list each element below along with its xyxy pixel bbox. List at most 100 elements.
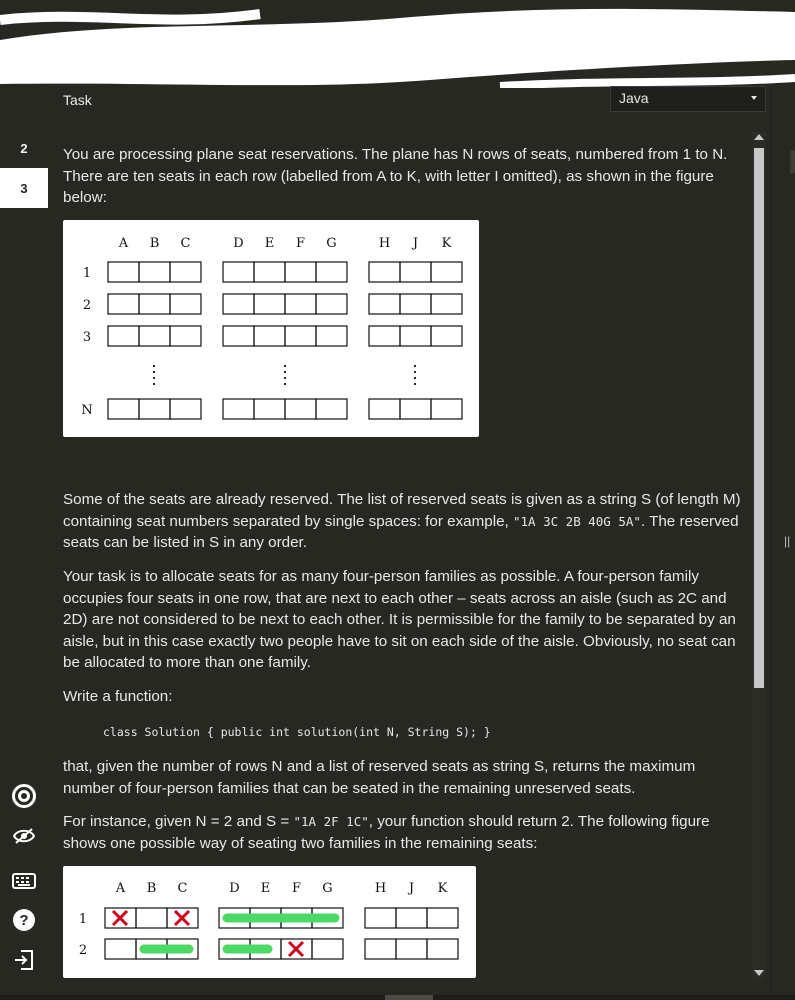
- seat-box: [315, 293, 348, 315]
- row-label: 3: [83, 330, 91, 345]
- exit-icon[interactable]: [8, 944, 40, 976]
- row-label: 2: [83, 298, 91, 313]
- seat-box: [169, 293, 202, 315]
- column-label: D: [233, 236, 243, 251]
- column-label: K: [438, 881, 448, 896]
- returns-paragraph: that, given the number of rows N and a l…: [63, 758, 696, 797]
- seat-box: [368, 398, 401, 420]
- top-banner: [0, 0, 795, 88]
- column-label: G: [322, 881, 332, 896]
- seat-box: [107, 398, 140, 420]
- seat-box: [315, 261, 348, 283]
- seat-box: [107, 293, 140, 315]
- content-scrollbar[interactable]: [752, 132, 766, 980]
- ellipsis-dot: [283, 376, 287, 380]
- help-icon[interactable]: ?: [8, 904, 40, 936]
- ellipsis-dot: [413, 370, 417, 374]
- language-select-value: Java: [619, 90, 649, 106]
- seat-box: [284, 398, 317, 420]
- keyboard-icon[interactable]: [8, 864, 40, 896]
- language-select[interactable]: Java: [610, 86, 766, 112]
- seat-box: [430, 325, 463, 347]
- seat-box: [364, 938, 397, 960]
- column-label: F: [292, 881, 301, 896]
- seat-box: [368, 325, 401, 347]
- intro-paragraph: You are processing plane seat reservatio…: [63, 146, 728, 207]
- example-code: "1A 3C 2B 40G 5A": [512, 513, 641, 529]
- seat-box: [138, 398, 171, 420]
- function-signature: class Solution { public int solution(int…: [103, 725, 491, 739]
- reserved-paragraph: Some of the seats are already reserved. …: [63, 491, 741, 552]
- column-label: A: [115, 881, 126, 896]
- column-label: B: [147, 881, 157, 896]
- seat-box: [253, 261, 286, 283]
- seat-box: [430, 293, 463, 315]
- seat-box: [399, 261, 432, 283]
- seat-box: [222, 325, 255, 347]
- seat-box: [368, 293, 401, 315]
- seat-box: [104, 938, 137, 960]
- ellipsis-dot: [152, 364, 156, 368]
- ellipsis-dot: [283, 364, 287, 368]
- scroll-up-icon[interactable]: [754, 134, 764, 140]
- seat-box: [169, 325, 202, 347]
- seat-box: [364, 907, 397, 929]
- seat-box: [426, 938, 459, 960]
- ellipsis-dot: [413, 376, 417, 380]
- column-label: E: [265, 236, 275, 251]
- seat-box: [430, 398, 463, 420]
- seat-box: [253, 325, 286, 347]
- column-label: G: [326, 236, 336, 251]
- seat-box: [399, 293, 432, 315]
- settings-icon[interactable]: [8, 780, 40, 812]
- column-label: A: [118, 236, 129, 251]
- editor-edge-tab: [790, 150, 795, 174]
- bottom-resize-knob[interactable]: [385, 995, 433, 1000]
- seat-box: [315, 398, 348, 420]
- seat-box: [222, 261, 255, 283]
- seat-box: [399, 398, 432, 420]
- row-label: 2: [79, 943, 87, 958]
- example-input-code: "1A 2F 1C": [293, 814, 369, 829]
- seat-box: [138, 293, 171, 315]
- seat-layout-svg: A B C D E F G H J K 1 2 3 N: [81, 236, 463, 420]
- task-tab-3[interactable]: 3: [0, 168, 48, 208]
- column-label: H: [375, 881, 386, 896]
- scroll-thumb[interactable]: [754, 148, 764, 688]
- eye-slash-icon[interactable]: [8, 820, 40, 852]
- ellipsis-dot: [152, 382, 156, 386]
- chevron-down-icon: [751, 96, 757, 100]
- ellipsis-dot: [413, 364, 417, 368]
- seat-layout-figure: A B C D E F G H J K 1 2 3 N: [63, 220, 479, 437]
- splitter-handle[interactable]: ||: [784, 534, 790, 548]
- panel-splitter[interactable]: [770, 88, 795, 1000]
- task-header: Task Java: [48, 86, 778, 116]
- column-label: B: [150, 236, 160, 251]
- seat-box: [253, 398, 286, 420]
- column-label: F: [296, 236, 305, 251]
- seat-box: [426, 907, 459, 929]
- task-paragraph: Your task is to allocate seats for as ma…: [63, 568, 736, 672]
- seat-box: [135, 907, 168, 929]
- seat-box: [395, 938, 428, 960]
- write-function-paragraph: Write a function:: [63, 688, 173, 705]
- seat-box: [395, 907, 428, 929]
- ellipsis-dot: [152, 370, 156, 374]
- column-label: E: [261, 881, 271, 896]
- seat-box: [368, 261, 401, 283]
- scroll-down-icon[interactable]: [754, 970, 764, 976]
- seat-box: [138, 261, 171, 283]
- bottom-bar: [0, 995, 795, 1000]
- row-label: N: [81, 403, 92, 418]
- seat-box: [222, 293, 255, 315]
- seat-box: [169, 398, 202, 420]
- column-label: C: [181, 236, 191, 251]
- example-paragraph: For instance, given N = 2 and S = "1A 2F…: [63, 813, 710, 852]
- redaction-scribble: [0, 8, 795, 88]
- row-label: 1: [83, 266, 91, 281]
- column-label: K: [442, 236, 452, 251]
- seat-box: [284, 293, 317, 315]
- column-label: C: [178, 881, 188, 896]
- example-seating-figure: A B C D E F G H J K 1 2: [63, 866, 476, 978]
- task-tab-2[interactable]: 2: [0, 128, 48, 168]
